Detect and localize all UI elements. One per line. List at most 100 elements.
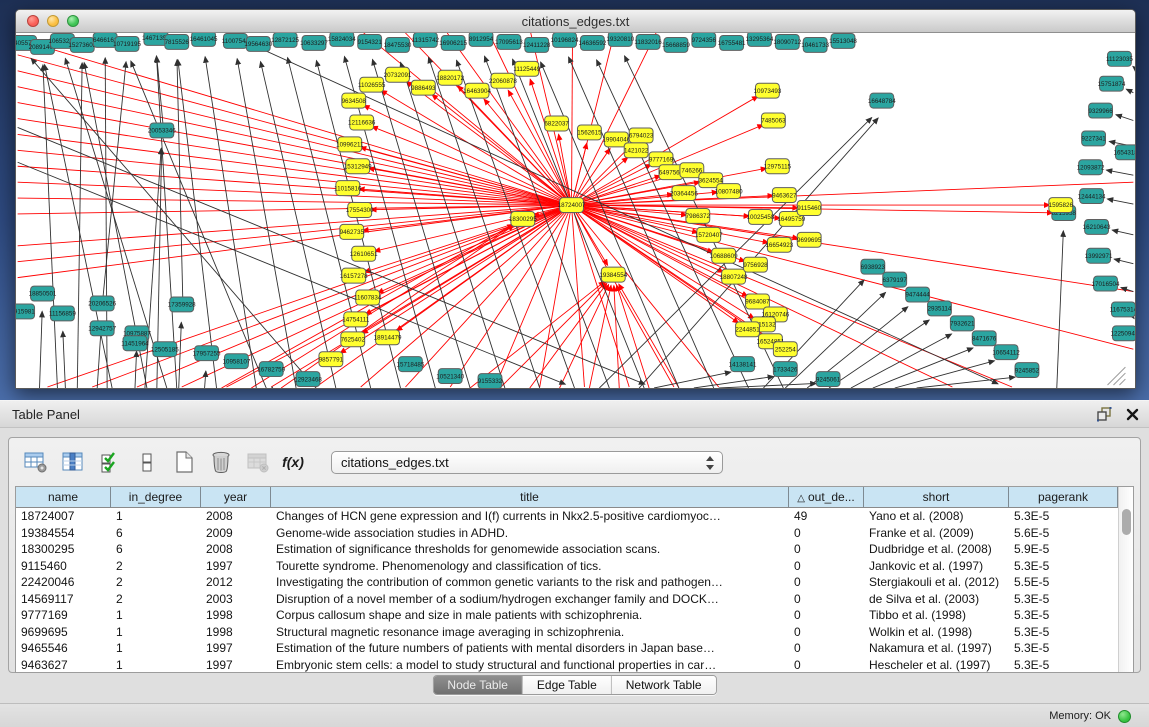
graph-node[interactable]: 9634508 <box>342 93 367 108</box>
cell-short[interactable]: Franke et al. (2009) <box>864 525 1009 542</box>
graph-edge[interactable] <box>572 205 1134 349</box>
tab-node-table[interactable]: Node Table <box>433 676 523 694</box>
graph-node[interactable]: 1562615 <box>577 125 602 140</box>
column-header-title[interactable]: title <box>271 487 789 508</box>
cell-in_degree[interactable]: 1 <box>111 624 201 641</box>
graph-node[interactable]: 8471676 <box>972 331 997 346</box>
graph-edge[interactable] <box>40 311 43 388</box>
graph-edge[interactable] <box>485 56 610 388</box>
graph-node[interactable]: 10996211 <box>336 137 364 152</box>
graph-node[interactable]: 12093872 <box>1077 160 1105 175</box>
table-selector-dropdown[interactable]: citations_edges.txt <box>331 451 723 474</box>
cell-in_degree[interactable]: 2 <box>111 591 201 608</box>
graph-node[interactable]: 252254 <box>773 342 797 357</box>
tab-edge-table[interactable]: Edge Table <box>523 676 612 694</box>
graph-edge[interactable] <box>1057 231 1064 388</box>
cell-pagerank[interactable]: 5.3E-5 <box>1009 640 1118 657</box>
table-row[interactable]: 977716911998Corpus callosum shape and si… <box>16 607 1118 624</box>
cell-year[interactable]: 1997 <box>201 657 271 674</box>
cell-pagerank[interactable]: 5.3E-5 <box>1009 657 1118 674</box>
graph-node[interactable]: 15824034 <box>328 33 356 46</box>
graph-edge[interactable] <box>178 60 217 388</box>
graph-node[interactable]: 1595826 <box>1049 198 1074 213</box>
cell-name[interactable]: 22420046 <box>16 574 111 591</box>
graph-node[interactable]: 11832016 <box>634 34 662 49</box>
graph-node[interactable]: 9245852 <box>1015 363 1040 378</box>
graph-node[interactable]: 7815526 <box>165 34 190 49</box>
graph-node[interactable]: 10521340 <box>436 369 464 384</box>
graph-node[interactable]: 16654923 <box>765 237 793 252</box>
table-options-button[interactable] <box>21 447 51 477</box>
cell-name[interactable]: 9465546 <box>16 640 111 657</box>
graph-node[interactable]: 11675314 <box>1110 302 1135 317</box>
graph-node[interactable]: 15720407 <box>695 227 723 242</box>
graph-node[interactable]: 20364456 <box>670 186 698 201</box>
graph-node[interactable]: 18724007 <box>558 198 586 213</box>
table-row[interactable]: 911546021997Tourette syndrome. Phenomeno… <box>16 558 1118 575</box>
graph-node[interactable]: 9463627 <box>772 188 797 203</box>
graph-edge[interactable] <box>340 205 571 353</box>
graph-node[interactable]: 14138141 <box>729 357 757 372</box>
graph-node[interactable]: 20732091 <box>384 67 412 82</box>
graph-edge[interactable] <box>364 33 572 205</box>
graph-node[interactable]: 9155332 <box>478 374 503 388</box>
graph-node[interactable]: 6822037 <box>544 116 569 131</box>
function-builder-button[interactable]: f(x) <box>280 447 310 477</box>
table-row[interactable]: 1456911722003Disruption of a novel membe… <box>16 591 1118 608</box>
graph-node[interactable]: 6938923 <box>861 259 886 274</box>
graph-node[interactable]: 19320810 <box>606 33 634 46</box>
graph-node[interactable]: 15751874 <box>1098 76 1126 91</box>
graph-node[interactable]: 9756928 <box>743 257 768 272</box>
graph-edge[interactable] <box>572 33 657 205</box>
graph-node[interactable]: 17016504 <box>1092 276 1120 291</box>
cell-out_de[interactable]: 0 <box>789 640 864 657</box>
graph-edge[interactable] <box>851 334 952 388</box>
graph-node[interactable]: 20053346 <box>148 123 176 138</box>
graph-edge[interactable] <box>18 127 645 384</box>
graph-node[interactable]: 10958107 <box>223 354 251 369</box>
table-row[interactable]: 946554611997Estimation of the future num… <box>16 640 1118 657</box>
graph-edge[interactable] <box>1133 317 1134 318</box>
graph-node[interactable]: 12872125 <box>271 33 299 47</box>
cell-name[interactable]: 9699695 <box>16 624 111 641</box>
cell-name[interactable]: 18724007 <box>16 508 111 525</box>
graph-node[interactable]: 9857791 <box>319 352 344 367</box>
column-header-name[interactable]: name <box>16 487 111 508</box>
cell-title[interactable]: Estimation of significance thresholds fo… <box>271 541 789 558</box>
select-all-button[interactable] <box>95 447 125 477</box>
graph-node[interactable]: 11125449 <box>513 61 540 76</box>
graph-node[interactable]: 8912954 <box>469 33 494 46</box>
graph-node[interactable]: 15718485 <box>397 357 425 372</box>
cell-title[interactable]: Investigating the contribution of common… <box>271 574 789 591</box>
cell-short[interactable]: Yano et al. (2008) <box>864 508 1009 525</box>
graph-node[interactable]: 11123035 <box>1106 51 1133 66</box>
graph-node[interactable]: 19564630 <box>244 36 272 51</box>
graph-node[interactable]: 11451964 <box>121 336 149 351</box>
graph-edge[interactable] <box>43 65 57 388</box>
cell-short[interactable]: Wolkin et al. (1998) <box>864 624 1009 641</box>
graph-node[interactable]: 16906215 <box>439 35 467 50</box>
graph-node[interactable]: 12444134 <box>1078 189 1106 204</box>
cell-pagerank[interactable]: 5.3E-5 <box>1009 558 1118 575</box>
cell-in_degree[interactable]: 6 <box>111 541 201 558</box>
cell-out_de[interactable]: 0 <box>789 541 864 558</box>
graph-node[interactable]: 9227341 <box>1081 131 1106 146</box>
graph-edge[interactable] <box>597 60 749 388</box>
graph-node[interactable]: 16157278 <box>340 268 368 283</box>
graph-edge[interactable] <box>1106 170 1133 175</box>
delete-table-button[interactable] <box>243 447 273 477</box>
graph-node[interactable]: 13295364 <box>746 33 774 46</box>
graph-edge[interactable] <box>261 62 336 388</box>
graph-node[interactable]: 9154321 <box>357 34 382 49</box>
graph-edge[interactable] <box>619 284 679 388</box>
graph-edge[interactable] <box>654 372 731 388</box>
resize-grip-icon[interactable] <box>1119 379 1125 385</box>
graph-node[interactable]: 16543187 <box>1113 145 1135 160</box>
cell-short[interactable]: de Silva et al. (2003) <box>864 591 1009 608</box>
cell-title[interactable]: Changes of HCN gene expression and I(f) … <box>271 508 789 525</box>
graph-node[interactable]: 10196824 <box>551 33 579 47</box>
cell-year[interactable]: 2012 <box>201 574 271 591</box>
graph-edge[interactable] <box>179 322 182 388</box>
cell-short[interactable]: Dudbridge et al. (2008) <box>864 541 1009 558</box>
cell-name[interactable]: 14569117 <box>16 591 111 608</box>
